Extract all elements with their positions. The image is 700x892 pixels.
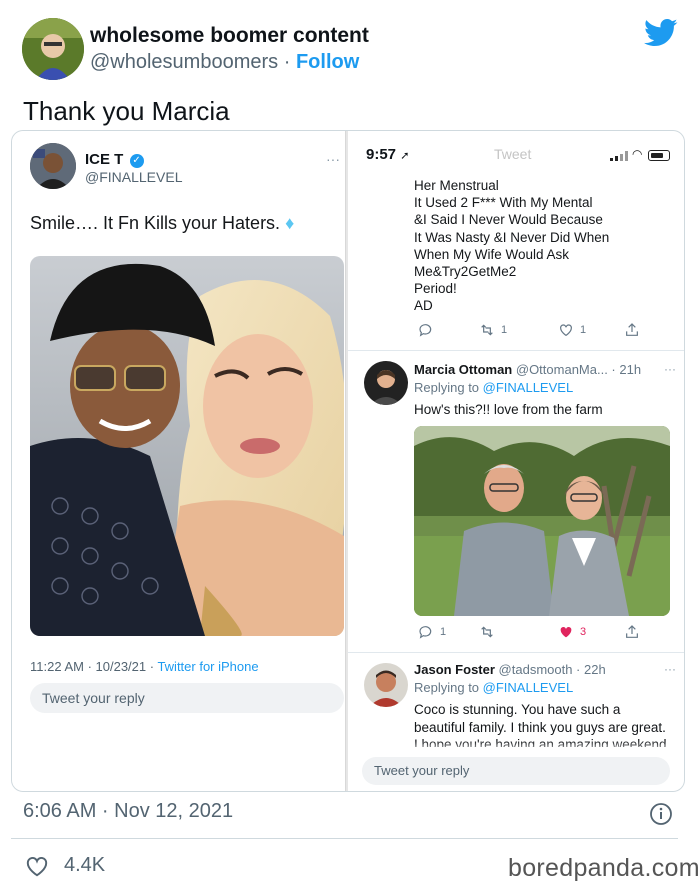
poem-line: When My Wife Would Ask [414,246,570,262]
farm-couple-photo [414,426,670,616]
reply-icon [419,626,432,639]
heart-icon[interactable] [24,853,50,879]
heart-outline-icon [560,324,572,337]
location-arrow-icon: ➚ [400,150,410,162]
jason-name: Jason Foster [414,662,495,677]
marcia-name: Marcia Ottoman [414,362,513,377]
icet-avatar [30,143,76,189]
poem-line: &I Said I Never Would Because [414,212,603,228]
icet-tweet-text: Smile…. It Fn Kills your Haters. ♦ [30,213,294,234]
more-icon: ··· [664,362,676,376]
more-icon: ··· [664,662,676,676]
follow-button[interactable]: Follow [296,51,359,73]
retweet-icon [481,324,493,336]
info-icon[interactable] [649,802,673,826]
heart-filled-icon [560,626,572,638]
marcia-replying-to: Replying to @FINALLEVEL [414,380,573,395]
right-screenshot-panel: 9:57 ➚ Tweet ◠ Her Menstrual It Used 2 F*… [348,131,684,791]
gem-emoji-icon: ♦ [285,213,295,233]
poem-line: It Used 2 F*** With My Mental [414,195,593,211]
poem-line: Period! [414,281,457,297]
handle-separator: · [283,51,291,73]
reply-count: 1 [440,626,447,638]
ios-status-bar: 9:57 ➚ Tweet ◠ [348,131,684,171]
tweet-header: wholesome boomer content @wholesumboomer… [0,0,700,90]
jason-reply-line: Coco is stunning. You have such a [414,702,621,717]
reply-action: 1 [418,624,446,640]
icet-name-text: ICE T [85,151,124,168]
retweet-action: 1 [479,322,507,338]
icet-tweet-text-body: Smile…. It Fn Kills your Haters. [30,213,281,233]
retweet-icon [479,624,495,640]
jason-avatar [364,663,408,707]
cell-signal-icon [610,151,628,161]
poem-tweet-text: Her Menstrual It Used 2 F*** With My Ment… [414,177,609,315]
icet-name: ICE T ✓ [85,151,144,168]
battery-icon [648,150,670,161]
nav-title: Tweet [494,146,532,162]
poem-line: Her Menstrual [414,178,499,193]
footer-divider [11,838,678,839]
like-action: 3 [558,624,586,640]
divider [348,350,684,351]
verified-badge-icon: ✓ [129,154,144,168]
share-icon [624,624,640,640]
replying-mention: @FINALLEVEL [482,380,574,395]
marcia-reply-text: How's this?!! love from the farm [414,402,603,417]
like-count[interactable]: 4.4K [64,854,105,877]
status-time: 9:57 ➚ [366,146,409,163]
scroll-fade [348,741,684,755]
icet-tweet-source: Twitter for iPhone [157,659,259,674]
author-display-name[interactable]: wholesome boomer content [90,24,369,48]
tweet-timestamp[interactable]: 6:06 AM · Nov 12, 2021 [23,800,233,823]
icet-tweet-time: 11:22 AM · 10/23/21 · [30,659,158,674]
author-handle-row: @wholesumboomers · Follow [90,51,359,74]
jason-handle-time: @tadsmooth · 22h [498,662,606,677]
jason-replying-to: Replying to @FINALLEVEL [414,680,573,695]
icet-coco-photo [30,256,344,636]
twitter-bird-icon [644,18,678,47]
marcia-avatar [364,361,408,405]
tweet-text: Thank you Marcia [23,96,230,126]
poem-line: AD [414,298,433,314]
left-reply-input: Tweet your reply [30,683,344,713]
icet-tweet-meta: 11:22 AM · 10/23/21 · Twitter for iPhone [30,659,259,674]
jason-reply-line: beautiful family. I think you guys are g… [414,719,666,735]
jason-header: Jason Foster @tadsmooth · 22h [414,662,606,677]
poem-line: Me&Try2GetMe2 [414,264,517,280]
share-icon [624,322,640,338]
replying-mention: @FINALLEVEL [482,680,574,695]
divider [348,652,684,653]
left-screenshot-panel: ICE T ✓ @FINALLEVEL ··· Smile…. It Fn Ki… [12,131,346,791]
watermark: boredpanda.com [508,854,700,882]
replying-prefix: Replying to [414,680,483,695]
marcia-header: Marcia Ottoman @OttomanMa... · 21h [414,362,641,377]
retweet-count: 1 [501,324,508,336]
status-time-text: 9:57 [366,146,397,163]
author-avatar[interactable] [22,18,84,80]
wifi-icon: ◠ [632,147,643,161]
author-handle[interactable]: @wholesumboomers [90,51,278,73]
poem-line: It Was Nasty &I Never Did When [414,229,610,245]
like-count: 1 [580,324,587,336]
marcia-handle-time: @OttomanMa... · 21h [515,362,642,377]
tweet-media[interactable]: ICE T ✓ @FINALLEVEL ··· Smile…. It Fn Ki… [11,130,685,792]
right-reply-input: Tweet your reply [362,757,670,785]
icet-handle: @FINALLEVEL [85,169,183,185]
reply-icon [418,322,434,338]
more-icon: ··· [326,151,340,167]
replying-prefix: Replying to [414,380,483,395]
like-action: 1 [558,322,586,338]
like-count: 3 [580,626,587,638]
